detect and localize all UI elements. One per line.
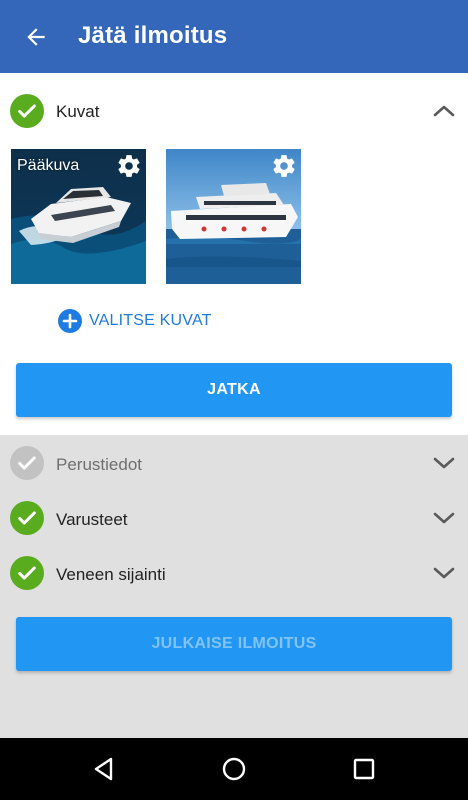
back-button[interactable] [22, 23, 50, 51]
chevron-down-icon [433, 567, 455, 579]
chevron-up-icon [433, 105, 455, 117]
plus-circle-icon [58, 309, 82, 333]
continue-button[interactable]: JATKA [16, 363, 452, 417]
section-label-images: Kuvat [56, 102, 100, 121]
select-images-link[interactable]: VALITSE KUVAT [58, 309, 212, 333]
arrow-left-icon [27, 28, 45, 46]
section-header-equipment[interactable]: Varusteet [0, 491, 468, 547]
chevron-down-icon [433, 457, 455, 469]
gear-icon[interactable] [271, 153, 297, 179]
thumbnail-main[interactable]: Pääkuva [11, 149, 146, 284]
section-header-images[interactable]: Kuvat [0, 83, 468, 139]
thumbnail-caption: Pääkuva [17, 157, 80, 174]
publish-button[interactable]: JULKAISE ILMOITUS [16, 617, 452, 671]
section-label-location: Veneen sijainti [56, 565, 166, 584]
check-icon [10, 94, 44, 128]
system-nav-bar [0, 738, 468, 800]
section-label-basic-info: Perustiedot [56, 455, 142, 474]
section-label-equipment: Varusteet [56, 510, 128, 529]
check-icon [10, 556, 44, 590]
chevron-down-icon [433, 512, 455, 524]
gear-icon[interactable] [116, 153, 142, 179]
home-circle-icon[interactable] [220, 755, 248, 783]
section-header-location[interactable]: Veneen sijainti [0, 546, 468, 602]
thumbnail-second[interactable] [166, 149, 301, 284]
recents-square-icon[interactable] [350, 755, 378, 783]
select-images-label: VALITSE KUVAT [89, 312, 212, 329]
check-icon [10, 501, 44, 535]
section-header-basic-info[interactable]: Perustiedot [0, 436, 468, 492]
app-bar: Jätä ilmoitus [0, 0, 468, 73]
check-icon [10, 446, 44, 480]
page-title: Jätä ilmoitus [78, 22, 228, 49]
back-triangle-icon[interactable] [90, 755, 118, 783]
